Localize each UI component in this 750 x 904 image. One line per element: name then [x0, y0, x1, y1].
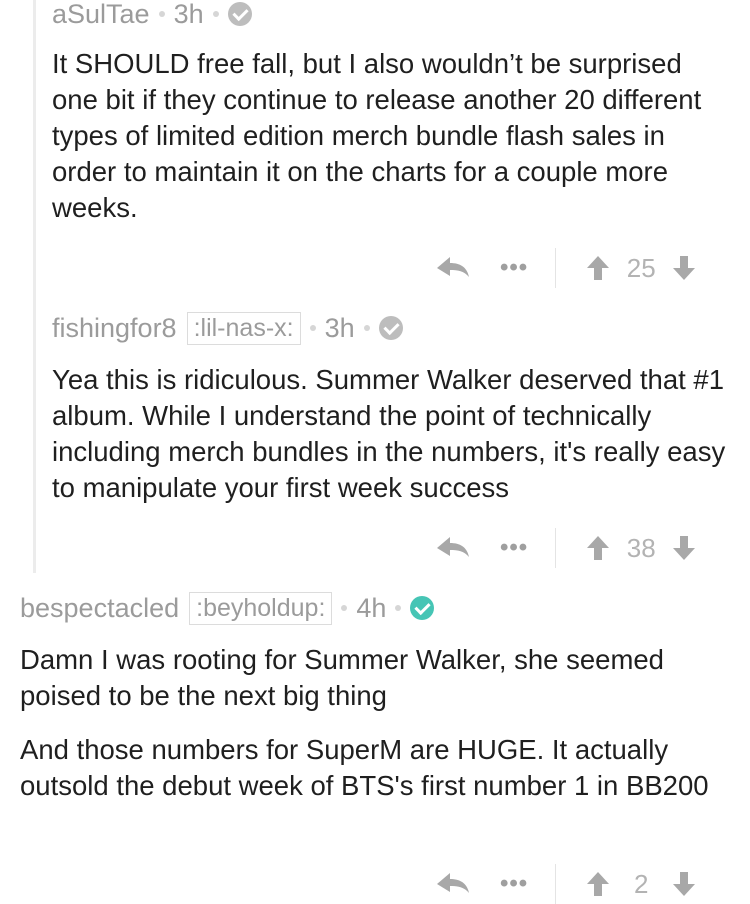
more-icon[interactable]: ••• [500, 254, 528, 282]
reply-icon[interactable] [436, 535, 470, 561]
comment-actions: ••• 2 [436, 864, 696, 904]
comment-body: Yea this is ridiculous. Summer Walker de… [52, 362, 742, 506]
score: 25 [626, 252, 656, 283]
score: 38 [626, 532, 656, 563]
timestamp: 3h [173, 0, 204, 29]
separator-dot [212, 11, 219, 17]
separator-dot [158, 11, 165, 17]
check-circle-icon [227, 2, 252, 26]
username[interactable]: fishingfor8 [52, 313, 177, 344]
comment-meta: fishingfor8 :lil-nas-x: 3h [52, 311, 403, 345]
more-icon[interactable]: ••• [500, 534, 528, 562]
separator-dot [341, 605, 348, 611]
comment-paragraph: And those numbers for SuperM are HUGE. I… [20, 734, 709, 801]
username[interactable]: aSulTae [52, 0, 150, 30]
divider [555, 864, 557, 904]
comment-meta: bespectacled :beyholdup: 4h [20, 591, 435, 625]
separator-dot [309, 325, 316, 331]
upvote-icon[interactable] [586, 255, 610, 281]
divider [555, 528, 557, 568]
downvote-icon[interactable] [672, 255, 696, 281]
comment-actions: ••• 38 [436, 528, 696, 568]
upvote-icon[interactable] [586, 535, 610, 561]
reply-icon[interactable] [436, 255, 470, 281]
comment-paragraph: It SHOULD free fall, but I also wouldn’t… [52, 48, 702, 223]
upvote-icon[interactable] [586, 871, 610, 897]
reply-icon[interactable] [436, 871, 470, 897]
score: 2 [633, 868, 649, 899]
downvote-icon[interactable] [672, 871, 696, 897]
comment-body: Damn I was rooting for Summer Walker, sh… [20, 642, 720, 804]
comment-paragraph: Damn I was rooting for Summer Walker, sh… [20, 644, 664, 711]
downvote-icon[interactable] [672, 535, 696, 561]
divider [555, 248, 557, 288]
more-icon[interactable]: ••• [500, 870, 528, 898]
timestamp: 3h [324, 312, 355, 343]
timestamp: 4h [356, 592, 387, 623]
separator-dot [363, 325, 370, 331]
comment-meta: aSulTae 3h [52, 0, 252, 30]
comment-actions: ••• 25 [436, 248, 696, 288]
comment-paragraph: Yea this is ridiculous. Summer Walker de… [52, 364, 726, 503]
thread-line-outer [33, 0, 36, 573]
user-flair: :beyholdup: [189, 591, 333, 625]
user-flair: :lil-nas-x: [186, 311, 301, 345]
check-circle-icon [378, 316, 403, 340]
comment-body: It SHOULD free fall, but I also wouldn’t… [52, 46, 732, 226]
check-circle-icon [410, 596, 435, 620]
username[interactable]: bespectacled [20, 593, 179, 624]
separator-dot [395, 605, 402, 611]
